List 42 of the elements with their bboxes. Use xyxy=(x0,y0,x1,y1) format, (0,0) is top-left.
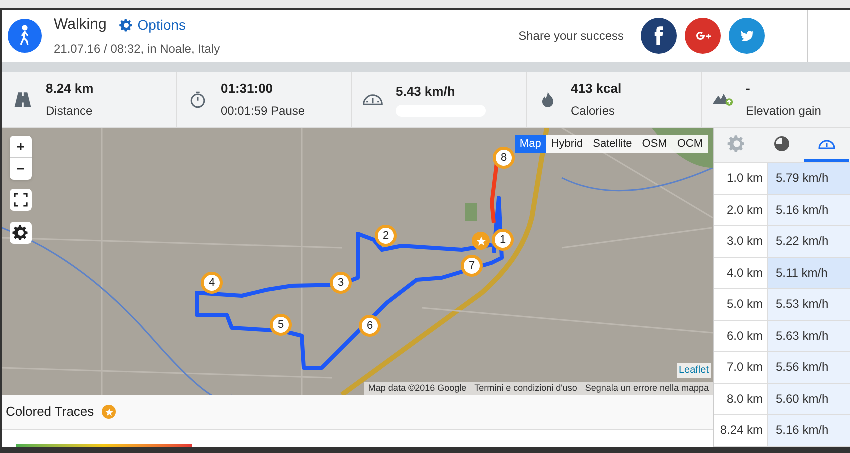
stat-value: - xyxy=(746,80,752,98)
stat-value: 5.43 km/h xyxy=(396,83,456,102)
fullscreen-button[interactable] xyxy=(10,189,32,211)
walker-avatar-icon xyxy=(8,19,42,53)
table-cell: 5.53 km/h xyxy=(768,289,850,320)
map-layer-tab[interactable]: Satellite xyxy=(588,135,638,153)
stat-value: 01:31:00 xyxy=(221,80,274,98)
share-label: Share your success xyxy=(518,28,624,45)
stat-label: 00:01:59 Pause xyxy=(221,102,306,120)
map-layer-tab[interactable]: OSM xyxy=(637,135,672,153)
leaflet-link[interactable]: Leaflet xyxy=(676,363,711,378)
stat-label: Distance xyxy=(46,102,94,120)
facebook-share-button[interactable] xyxy=(641,18,677,54)
stat-value: 8.24 km xyxy=(46,80,94,98)
stat-value: 413 kcal xyxy=(571,80,622,98)
table-cell: 5.60 km/h xyxy=(768,384,850,414)
settings-icon xyxy=(118,18,134,33)
section-title: Colored Traces xyxy=(6,403,94,422)
activity-title: Walking xyxy=(54,15,107,36)
map-attribution: Termini e condizioni d'uso xyxy=(474,382,578,395)
stat-label: Elevation gain xyxy=(746,102,822,120)
table-cell: 5.79 km/h xyxy=(768,163,850,194)
mountain-icon xyxy=(712,92,734,106)
stat-label: Calories xyxy=(571,102,616,120)
settings-button[interactable] xyxy=(10,222,32,244)
map-layer-tab[interactable]: Map xyxy=(514,135,546,153)
table-cell: 5.63 km/h xyxy=(768,320,850,351)
twitter-share-button[interactable] xyxy=(729,18,765,54)
map-attribution: Segnala un errore nella mappa xyxy=(585,382,709,395)
table-cell: 5.22 km/h xyxy=(768,226,850,256)
table-cell: 5.56 km/h xyxy=(768,352,850,382)
google-plus-share-button[interactable] xyxy=(685,18,721,54)
activity-date-location: 21.07.16 / 08:32, in Noale, Italy xyxy=(54,40,220,58)
table-cell: 5.16 km/h xyxy=(768,194,850,225)
map-layer-tab[interactable]: Hybrid xyxy=(546,135,588,153)
map-attribution: Map data ©2016 Google xyxy=(368,382,467,395)
table-cell: 5.11 km/h xyxy=(768,258,850,288)
table-cell: 5.16 km/h xyxy=(768,415,850,446)
options-link[interactable]: Options xyxy=(118,15,186,36)
settings-icon xyxy=(726,134,746,154)
pie-chart-icon xyxy=(772,134,790,152)
facebook-logo-icon xyxy=(654,26,664,46)
